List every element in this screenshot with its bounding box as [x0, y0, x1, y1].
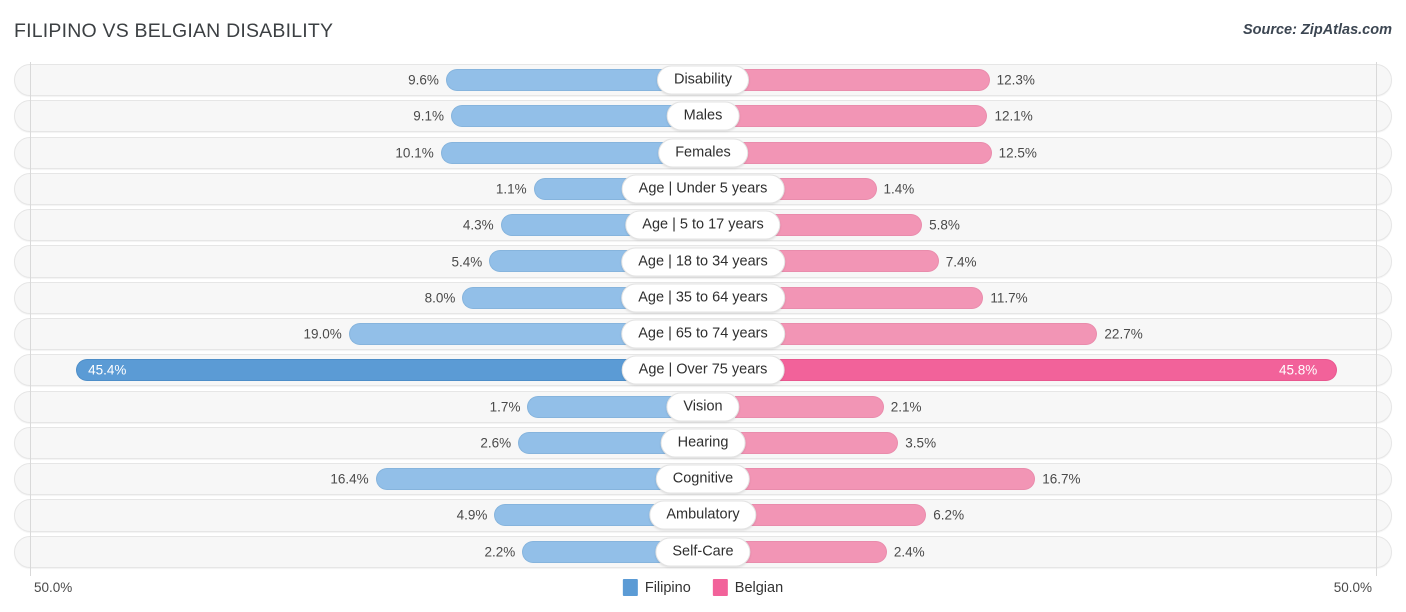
bar-value-belgian: 2.4% [893, 544, 925, 560]
category-label: Self-Care [655, 537, 751, 567]
table-row: 4.9% 6.2% Ambulatory [0, 497, 1406, 533]
bar-value-filipino: 1.7% [489, 399, 521, 415]
axis-label-left: 50.0% [34, 580, 73, 595]
bar-filipino [451, 105, 672, 128]
table-row: 9.6% 12.3% Disability [0, 62, 1406, 98]
chart-header: FILIPINO VS BELGIAN DISABILITY Source: Z… [0, 0, 1406, 62]
table-row: 19.0% 22.7% Age | 65 to 74 years [0, 316, 1406, 352]
table-row: 2.6% 3.5% Hearing [0, 425, 1406, 461]
bar-value-filipino: 10.1% [395, 145, 434, 161]
category-label: Age | Over 75 years [621, 355, 785, 385]
bar-value-filipino: 8.0% [424, 290, 456, 306]
bar-belgian [735, 431, 899, 454]
category-label: Hearing [660, 428, 746, 458]
category-label: Age | 5 to 17 years [625, 210, 781, 240]
table-row: 8.0% 11.7% Age | 35 to 64 years [0, 280, 1406, 316]
bar-value-filipino: 9.1% [413, 108, 445, 124]
bar-value-belgian: 7.4% [945, 254, 977, 269]
axis-line-right [1376, 62, 1377, 576]
bar-belgian [735, 359, 1337, 382]
category-label: Cognitive [655, 464, 751, 494]
bar-value-filipino: 4.9% [456, 507, 488, 523]
bar-value-belgian: 45.8% [1279, 362, 1318, 378]
legend-swatch-icon [622, 579, 638, 596]
bar-filipino [440, 141, 672, 164]
legend-item[interactable]: Filipino [622, 579, 691, 596]
bar-value-belgian: 11.7% [990, 290, 1028, 306]
category-label: Males [666, 101, 740, 131]
bar-belgian [735, 322, 1098, 345]
table-row: 1.1% 1.4% Age | Under 5 years [0, 171, 1406, 207]
chart-container: FILIPINO VS BELGIAN DISABILITY Source: Z… [0, 0, 1406, 612]
bar-value-filipino: 1.1% [495, 181, 527, 197]
bar-value-belgian: 5.8% [929, 217, 960, 233]
bar-filipino [76, 359, 672, 382]
bar-filipino [375, 468, 672, 491]
bar-filipino [518, 431, 672, 454]
bar-belgian [735, 141, 992, 164]
bar-rows: 9.6% 12.3% Disability 9.1% 12.1% Males 10.1% 12… [0, 62, 1406, 570]
table-row: 5.4% 7.4% Age | 18 to 34 years [0, 243, 1406, 279]
category-label: Vision [666, 392, 740, 422]
bar-belgian [735, 468, 1036, 491]
category-label: Females [658, 138, 748, 168]
table-row: 45.4% 45.8% Age | Over 75 years [0, 352, 1406, 388]
bar-filipino [527, 395, 672, 418]
legend-label: Belgian [734, 579, 784, 596]
table-row: 10.1% 12.5% Females [0, 135, 1406, 171]
bar-belgian [735, 395, 884, 418]
bar-filipino [494, 504, 672, 527]
legend-swatch-icon [712, 579, 728, 596]
bar-value-filipino: 19.0% [303, 326, 342, 342]
category-label: Disability [656, 65, 750, 95]
category-label: Ambulatory [649, 500, 757, 530]
table-row: 2.2% 2.4% Self-Care [0, 534, 1406, 570]
plot-area: 9.6% 12.3% Disability 9.1% 12.1% Males 10.1% 12… [0, 62, 1406, 576]
bar-value-belgian: 1.4% [883, 181, 915, 197]
bar-value-belgian: 6.2% [933, 507, 965, 523]
bar-belgian [735, 105, 988, 128]
bar-value-filipino: 2.6% [480, 435, 512, 451]
chart-footer: 50.0% 50.0% Filipino Belgian [0, 570, 1406, 612]
category-label: Age | Under 5 years [621, 174, 785, 204]
bar-value-belgian: 2.1% [890, 399, 922, 415]
category-label: Age | 65 to 74 years [621, 319, 785, 349]
category-label: Age | 35 to 64 years [621, 283, 785, 313]
bar-value-filipino: 16.4% [330, 471, 369, 487]
bar-value-belgian: 3.5% [905, 435, 937, 451]
legend-item[interactable]: Belgian [712, 579, 784, 596]
bar-value-belgian: 22.7% [1104, 326, 1143, 342]
bar-filipino [445, 69, 672, 91]
bar-value-belgian: 12.1% [994, 108, 1033, 124]
bar-belgian [735, 540, 887, 563]
bar-value-filipino: 45.4% [88, 362, 127, 378]
bar-value-filipino: 2.2% [484, 544, 516, 560]
axis-label-right: 50.0% [1333, 580, 1372, 595]
source-attribution: Source: ZipAtlas.com [1242, 22, 1392, 38]
bar-belgian [735, 69, 990, 91]
bar-value-filipino: 5.4% [451, 254, 483, 269]
bar-value-belgian: 12.3% [996, 72, 1035, 88]
table-row: 1.7% 2.1% Vision [0, 389, 1406, 425]
bar-value-filipino: 9.6% [408, 72, 439, 88]
table-row: 4.3% 5.8% Age | 5 to 17 years [0, 207, 1406, 243]
bar-filipino [522, 540, 672, 563]
bar-value-belgian: 16.7% [1042, 471, 1081, 487]
table-row: 16.4% 16.7% Cognitive [0, 461, 1406, 497]
bar-value-belgian: 12.5% [998, 145, 1037, 161]
category-label: Age | 18 to 34 years [621, 247, 785, 276]
axis-line-left [30, 62, 31, 576]
chart-legend: Filipino Belgian [622, 579, 784, 596]
table-row: 9.1% 12.1% Males [0, 98, 1406, 134]
bar-belgian [735, 504, 927, 527]
legend-label: Filipino [644, 579, 691, 596]
page-title: FILIPINO VS BELGIAN DISABILITY [14, 20, 334, 42]
bar-value-filipino: 4.3% [462, 217, 494, 233]
